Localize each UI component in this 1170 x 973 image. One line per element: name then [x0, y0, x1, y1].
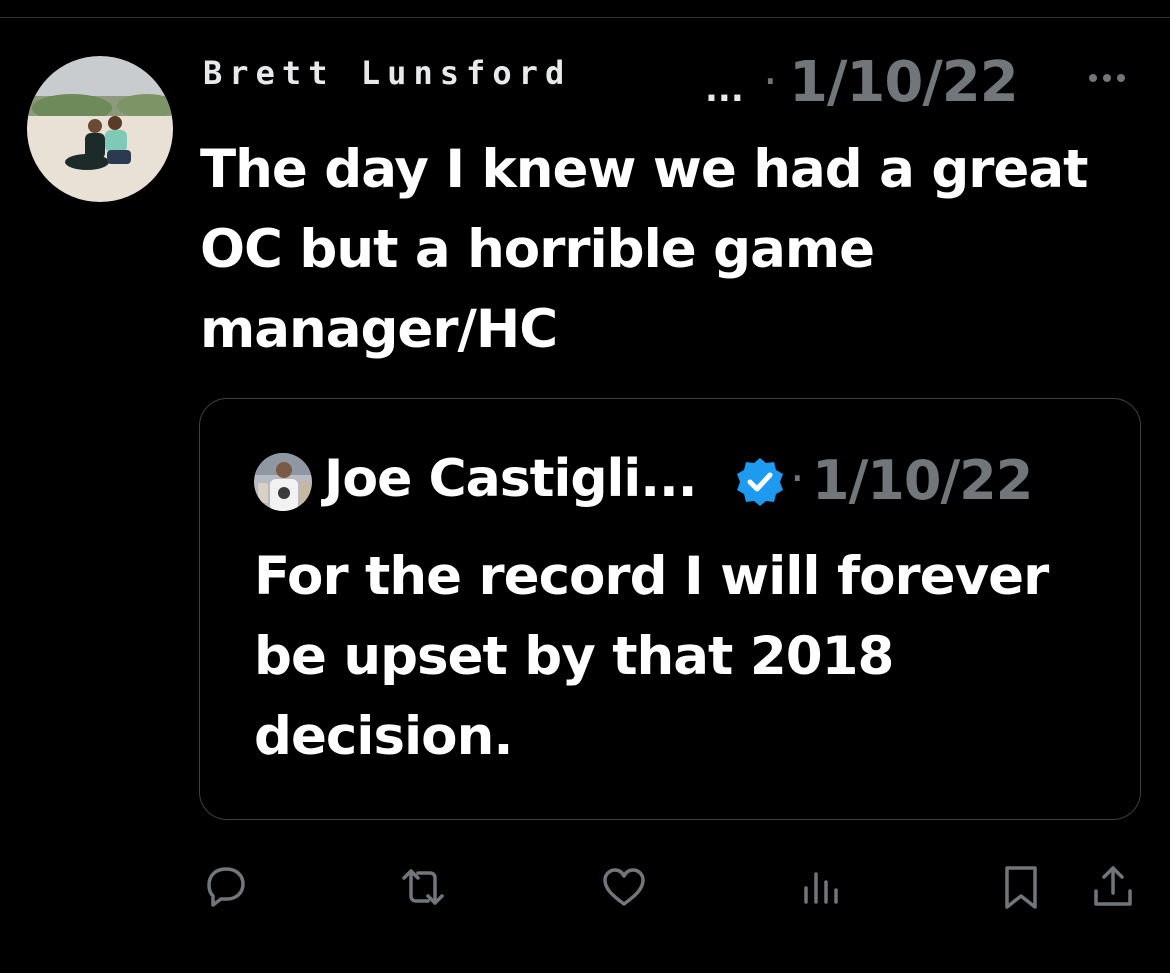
separator-dot: ·: [763, 54, 778, 108]
more-horizontal-icon[interactable]: [1083, 58, 1143, 98]
author-name[interactable]: Brett Lunsford: [203, 54, 571, 92]
name-ellipsis: ...: [705, 70, 744, 110]
quoted-author-name[interactable]: Joe Castigli...: [324, 449, 697, 509]
tweet-header: Brett Lunsford ... · 1/10/22: [203, 48, 1143, 118]
quoted-separator-dot: ·: [790, 451, 805, 505]
quoted-author-avatar[interactable]: [254, 453, 312, 511]
reply-icon[interactable]: [199, 860, 253, 914]
quoted-tweet-date[interactable]: 1/10/22: [812, 449, 1033, 512]
bookmark-icon[interactable]: [994, 860, 1048, 914]
heart-icon[interactable]: [597, 860, 651, 914]
quoted-tweet-card[interactable]: Joe Castigli... · 1/10/22 For the record…: [199, 398, 1141, 820]
retweet-icon[interactable]: [396, 860, 450, 914]
tweet-text: The day I knew we had a great OC but a h…: [200, 139, 1088, 360]
tweet-date[interactable]: 1/10/22: [789, 50, 1019, 115]
analytics-icon[interactable]: [795, 860, 849, 914]
share-icon[interactable]: [1086, 860, 1140, 914]
tweet-action-bar: [0, 850, 1170, 920]
top-divider: [0, 17, 1170, 18]
quoted-tweet-text: For the record I will forever be upset b…: [254, 546, 1049, 767]
author-avatar[interactable]: [27, 56, 173, 202]
verified-badge-icon: [733, 455, 787, 509]
